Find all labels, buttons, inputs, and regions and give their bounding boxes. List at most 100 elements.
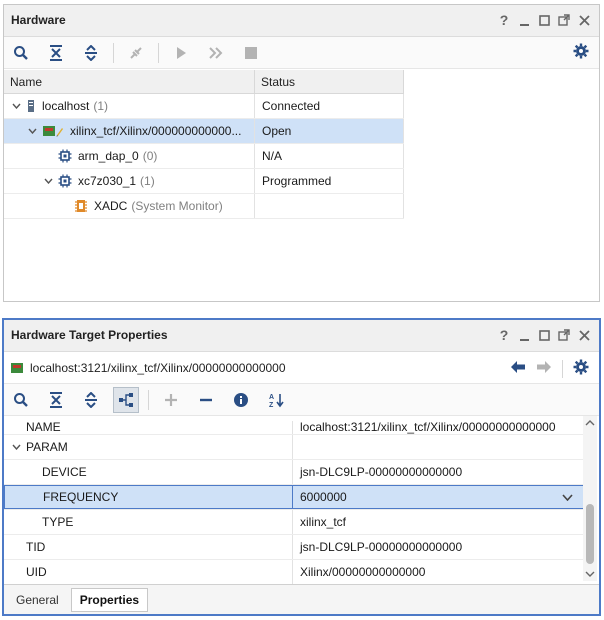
- run-icon[interactable]: [168, 40, 194, 66]
- property-row[interactable]: DEVICE jsn-DLC9LP-00000000000000: [4, 460, 584, 485]
- maximize-icon[interactable]: [537, 327, 551, 343]
- tree-row-xilinx-tcf[interactable]: xilinx_tcf/Xilinx/000000000000... Open: [4, 119, 404, 144]
- settings-gear-icon[interactable]: [573, 43, 589, 62]
- float-icon[interactable]: [557, 12, 571, 28]
- property-name: TYPE: [4, 510, 293, 534]
- tree-row-xc7z030[interactable]: xc7z030_1 (1) Programmed: [4, 169, 404, 194]
- tree-item-count: (0): [142, 149, 158, 163]
- tree-cell-status: Open: [255, 119, 404, 143]
- column-header-name[interactable]: Name: [4, 70, 255, 93]
- remove-icon[interactable]: [193, 387, 219, 413]
- tab-general[interactable]: General: [8, 589, 67, 611]
- scroll-down-icon[interactable]: [585, 569, 595, 579]
- search-icon[interactable]: [8, 387, 34, 413]
- tree-item-label: arm_dap_0: [78, 149, 139, 163]
- expand-all-icon[interactable]: [78, 40, 104, 66]
- hardware-tree: Name Status localhost (1) Connected xili…: [4, 70, 404, 219]
- close-icon[interactable]: [577, 327, 591, 343]
- tree-cell-status: Programmed: [255, 169, 404, 193]
- info-icon[interactable]: [228, 387, 254, 413]
- hardware-toolbar: [4, 37, 599, 69]
- properties-table: NAME localhost:3121/xilinx_tcf/Xilinx/00…: [4, 421, 584, 585]
- tree-cell-name: arm_dap_0 (0): [4, 144, 255, 168]
- property-row[interactable]: TYPE xilinx_tcf: [4, 510, 584, 535]
- property-group-label: PARAM: [26, 440, 68, 454]
- stop-icon[interactable]: [238, 40, 264, 66]
- hardware-panel: Hardware ? Name Status localhost (1) Con…: [3, 4, 600, 302]
- target-board-icon: [42, 124, 64, 138]
- scroll-up-icon[interactable]: [585, 418, 595, 428]
- frequency-value-dropdown[interactable]: 6000000: [293, 485, 584, 509]
- svg-text:Z: Z: [269, 402, 274, 408]
- auto-connect-icon[interactable]: [123, 40, 149, 66]
- tab-properties[interactable]: Properties: [70, 587, 149, 612]
- properties-title: Hardware Target Properties: [11, 328, 168, 342]
- path-navigation: [510, 359, 589, 378]
- properties-scrollbar[interactable]: [583, 416, 597, 581]
- property-row[interactable]: TID jsn-DLC9LP-00000000000000: [4, 535, 584, 560]
- group-by-category-icon[interactable]: [113, 386, 139, 413]
- toolbar-separator: [113, 42, 114, 63]
- minimize-icon[interactable]: [517, 327, 531, 343]
- server-icon: [26, 99, 36, 113]
- search-icon[interactable]: [8, 40, 34, 66]
- scrollbar-thumb[interactable]: [586, 504, 594, 564]
- property-row[interactable]: UID Xilinx/00000000000000: [4, 560, 584, 585]
- float-icon[interactable]: [557, 327, 571, 343]
- tree-cell-name: localhost (1): [4, 94, 255, 118]
- chip-icon: [58, 174, 72, 188]
- property-row-frequency[interactable]: FREQUENCY 6000000: [4, 485, 584, 510]
- tree-row-localhost[interactable]: localhost (1) Connected: [4, 94, 404, 119]
- object-path: localhost:3121/xilinx_tcf/Xilinx/0000000…: [30, 360, 286, 375]
- column-header-status[interactable]: Status: [255, 70, 404, 93]
- tree-item-label: xilinx_tcf/Xilinx/000000000000...: [70, 124, 242, 138]
- add-icon[interactable]: [158, 387, 184, 413]
- property-name: NAME: [4, 421, 293, 434]
- tree-cell-name: xc7z030_1 (1): [4, 169, 255, 193]
- collapse-all-icon[interactable]: [43, 387, 69, 413]
- hardware-tree-header: Name Status: [4, 70, 404, 94]
- minimize-icon[interactable]: [517, 12, 531, 28]
- chevron-down-icon[interactable]: [10, 444, 22, 450]
- back-arrow-icon[interactable]: [510, 360, 526, 377]
- chip-icon: [58, 149, 72, 163]
- tree-row-arm-dap[interactable]: arm_dap_0 (0) N/A: [4, 144, 404, 169]
- tree-row-xadc[interactable]: XADC (System Monitor): [4, 194, 404, 219]
- property-group: PARAM: [4, 435, 293, 459]
- help-icon[interactable]: ?: [497, 12, 511, 28]
- property-name: UID: [4, 560, 293, 584]
- property-name: DEVICE: [4, 460, 293, 484]
- tree-item-label: localhost: [42, 99, 90, 113]
- nav-separator: [562, 359, 563, 378]
- property-value: xilinx_tcf: [300, 515, 347, 529]
- property-value: jsn-DLC9LP-00000000000000: [300, 540, 463, 554]
- hardware-titlebar: Hardware ?: [4, 5, 599, 37]
- tree-cell-name: xilinx_tcf/Xilinx/000000000000...: [4, 119, 255, 143]
- svg-text:A: A: [269, 394, 274, 401]
- target-board-icon: [10, 361, 24, 375]
- property-value: [293, 435, 584, 459]
- property-value: 6000000: [300, 490, 347, 504]
- chevron-down-icon[interactable]: [562, 490, 573, 504]
- tree-cell-status: N/A: [255, 144, 404, 168]
- run-trigger-icon[interactable]: [203, 40, 229, 66]
- sort-az-icon[interactable]: AZ: [263, 387, 289, 413]
- property-group-row[interactable]: PARAM: [4, 435, 584, 460]
- chevron-down-icon[interactable]: [42, 178, 54, 184]
- properties-panel: Hardware Target Properties ? localhost:3…: [2, 318, 601, 616]
- chevron-down-icon[interactable]: [10, 103, 22, 109]
- property-row[interactable]: NAME localhost:3121/xilinx_tcf/Xilinx/00…: [4, 421, 584, 435]
- collapse-all-icon[interactable]: [43, 40, 69, 66]
- maximize-icon[interactable]: [537, 12, 551, 28]
- tree-cell-name: XADC (System Monitor): [4, 194, 255, 218]
- chevron-down-icon[interactable]: [26, 128, 38, 134]
- tree-item-count: (1): [140, 174, 155, 188]
- toolbar-separator: [148, 389, 149, 410]
- settings-gear-icon[interactable]: [573, 359, 589, 378]
- close-icon[interactable]: [577, 12, 591, 28]
- help-icon[interactable]: ?: [497, 327, 511, 343]
- forward-arrow-icon[interactable]: [536, 360, 552, 377]
- property-name: TID: [4, 535, 293, 559]
- tree-item-label: XADC: [94, 199, 128, 213]
- expand-all-icon[interactable]: [78, 387, 104, 413]
